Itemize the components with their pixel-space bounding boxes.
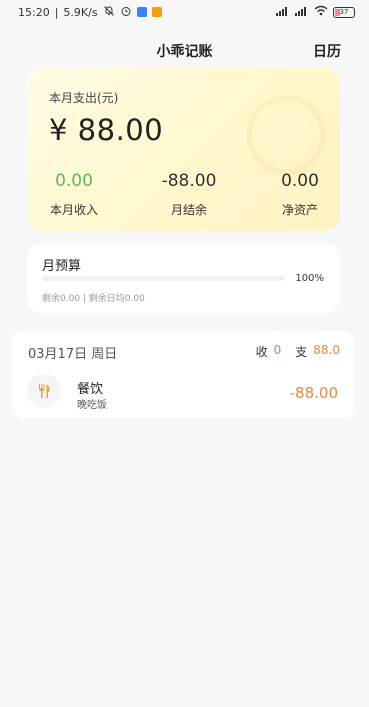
battery-level: 37 bbox=[339, 7, 349, 16]
entry-note: 晚吃饭 bbox=[77, 400, 107, 411]
budget-remaining: 剩余0.00 | 剩余日均0.00 bbox=[42, 294, 145, 304]
decorative-circle bbox=[246, 95, 326, 175]
calendar-button[interactable]: 日历 bbox=[313, 41, 341, 61]
app-notification-icon bbox=[151, 7, 162, 17]
net-assets-label: 净资产 bbox=[281, 203, 318, 217]
stat-monthly-balance: -88.00 月结余 bbox=[149, 171, 229, 218]
budget-percent: 100% bbox=[295, 273, 324, 284]
monthly-balance-label: 月结余 bbox=[170, 203, 207, 217]
list-item[interactable]: 餐饮 晚吃饭 -88.00 bbox=[12, 371, 354, 415]
alarm-icon bbox=[120, 5, 132, 20]
monthly-budget-card[interactable]: 月预算 100% 剩余0.00 | 剩余日均0.00 bbox=[27, 243, 340, 313]
entry-amount: -88.00 bbox=[289, 384, 338, 402]
monthly-balance-value: -88.00 bbox=[161, 171, 217, 191]
day-totals: 收 0 支 88.0 bbox=[256, 343, 340, 360]
utensils-icon bbox=[27, 374, 61, 408]
budget-progress-fill bbox=[42, 276, 285, 281]
day-income-label: 收 bbox=[255, 345, 268, 359]
status-bar: 15:20 | 5.9K/s 37 bbox=[0, 0, 369, 24]
net-assets-value: 0.00 bbox=[281, 171, 319, 191]
battery-icon: 37 bbox=[333, 6, 355, 18]
divider: | bbox=[54, 5, 59, 19]
stat-monthly-income: 0.00 本月收入 bbox=[43, 171, 105, 218]
monthly-expense-label: 本月支出(元) bbox=[49, 91, 119, 105]
day-income-value: 0 bbox=[273, 343, 282, 357]
day-expense-label: 支 bbox=[295, 345, 308, 359]
network-speed: 5.9K/s bbox=[63, 5, 98, 19]
signal-icon bbox=[276, 6, 290, 19]
wifi-icon bbox=[314, 5, 328, 19]
clock: 15:20 bbox=[18, 5, 50, 19]
day-group-card: 03月17日 周日 收 0 支 88.0 餐饮 晚吃饭 -88.00 bbox=[12, 331, 354, 418]
budget-progress-bar bbox=[42, 276, 285, 281]
stat-net-assets: 0.00 净资产 bbox=[273, 171, 327, 218]
signal-icon bbox=[295, 6, 309, 19]
budget-title: 月预算 bbox=[42, 259, 82, 274]
day-expense-value: 88.0 bbox=[313, 343, 340, 357]
status-right: 37 bbox=[276, 5, 355, 19]
day-date: 03月17日 周日 bbox=[28, 347, 118, 362]
status-left: 15:20 | 5.9K/s bbox=[18, 5, 162, 20]
mute-bell-icon bbox=[103, 5, 115, 20]
monthly-income-value: 0.00 bbox=[55, 171, 93, 191]
entry-category: 餐饮 bbox=[77, 382, 104, 397]
monthly-income-label: 本月收入 bbox=[49, 203, 98, 217]
app-header: 小乖记账 日历 bbox=[0, 36, 369, 64]
monthly-expense-amount: ¥ 88.00 bbox=[49, 113, 164, 147]
monthly-summary-card[interactable]: 本月支出(元) ¥ 88.00 0.00 本月收入 -88.00 月结余 0.0… bbox=[27, 67, 340, 231]
app-notification-icon bbox=[136, 7, 147, 17]
